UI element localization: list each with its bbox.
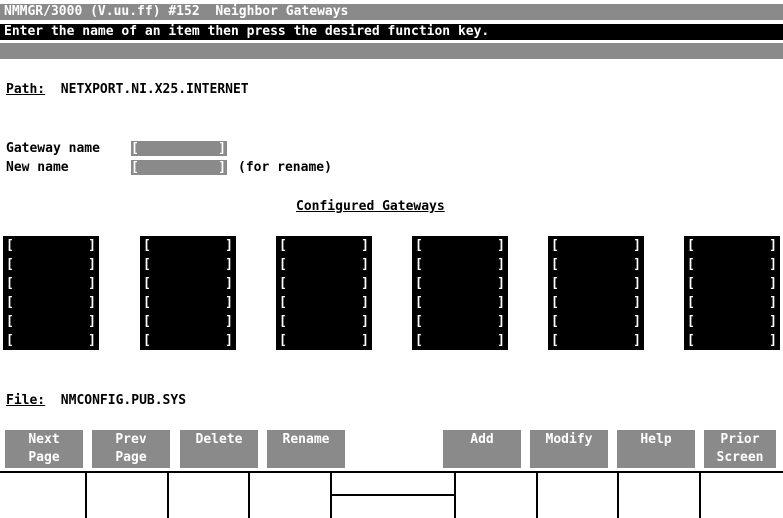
softkey-cell [87,473,169,518]
instruction-line: Enter the name of an item then press the… [0,24,783,40]
gateway-entry-field[interactable]: [] [140,274,236,293]
path-label: Path: [6,82,46,97]
gateway-column: [][][][][][] [276,236,372,350]
configured-gateways-title: Configured Gateways [296,199,445,214]
gateway-name-field[interactable]: [] [131,141,227,156]
gateway-column: [][][][][][] [140,236,236,350]
file-label: File: [6,393,46,408]
path-value: NETXPORT.NI.X25.INTERNET [60,82,249,97]
gateway-entry-field[interactable]: [] [276,293,372,312]
gateway-entry-field[interactable]: [] [412,274,508,293]
rename-hint: (for rename) [238,160,332,175]
gateway-entry-field[interactable]: [] [548,236,644,255]
file-value: NMCONFIG.PUB.SYS [60,393,187,408]
rename-key[interactable]: Rename [267,430,345,468]
softkey-cell [456,473,538,518]
modify-key[interactable]: Modify [530,430,608,468]
softkey-cell [250,473,332,518]
gateway-entry-field[interactable]: [] [3,236,99,255]
gateway-entry-field[interactable]: [] [276,236,372,255]
gateway-entry-field[interactable]: [] [548,293,644,312]
softkey-cell [169,473,250,518]
gateway-entry-field[interactable]: [] [684,331,780,350]
command-line[interactable]: Command: [0,43,783,74]
gateway-column: [][][][][][] [548,236,644,350]
gateway-name-label: Gateway name [6,141,100,156]
gateway-entry-field[interactable]: [] [412,255,508,274]
gateway-entry-field[interactable]: [] [3,331,99,350]
next-page-key[interactable]: Next Page [5,430,83,468]
new-name-row: New name [6,160,69,175]
gateway-entry-field[interactable]: [] [140,331,236,350]
gateway-entry-field[interactable]: [] [276,312,372,331]
softkey-frame [0,471,783,518]
softkey-cell [701,473,783,518]
gateway-entry-field[interactable]: [] [548,312,644,331]
gateway-entry-field[interactable]: [] [684,312,780,331]
gateway-column: [][][][][][] [3,236,99,350]
gateway-entry-field[interactable]: [] [412,293,508,312]
gateway-entry-field[interactable]: [] [548,255,644,274]
softkey-cell [619,473,701,518]
path-row: Path: NETXPORT.NI.X25.INTERNET [6,82,249,97]
screen-title: NMMGR/3000 (V.uu.ff) #152 Neighbor Gatew… [0,4,783,20]
prev-page-key[interactable]: Prev Page [92,430,170,468]
new-name-field[interactable]: [] [131,160,227,175]
gateway-entry-field[interactable]: [] [276,274,372,293]
gateway-entry-field[interactable]: [] [3,255,99,274]
softkey-cell [0,473,87,518]
new-name-label: New name [6,160,69,175]
gateway-entry-field[interactable]: [] [412,331,508,350]
gateway-entry-field[interactable]: [] [684,255,780,274]
gateway-name-row: Gateway name [6,141,100,156]
add-key[interactable]: Add [443,430,521,468]
softkey-cell [332,473,456,518]
file-row: File: NMCONFIG.PUB.SYS [6,393,186,408]
gateway-entry-field[interactable]: [] [140,255,236,274]
softkey-cell [538,473,619,518]
gateway-entry-field[interactable]: [] [684,293,780,312]
delete-key[interactable]: Delete [180,430,258,468]
prior-screen-key[interactable]: Prior Screen [704,430,776,468]
gateway-entry-field[interactable]: [] [3,274,99,293]
gateway-entry-field[interactable]: [] [412,312,508,331]
gateway-entry-field[interactable]: [] [140,236,236,255]
gateway-entry-field[interactable]: [] [276,255,372,274]
gateway-entry-field[interactable]: [] [3,293,99,312]
gateway-entry-field[interactable]: [] [140,293,236,312]
help-key[interactable]: Help [617,430,695,468]
gateway-entry-field[interactable]: [] [548,274,644,293]
gateway-entry-field[interactable]: [] [3,312,99,331]
command-label: Command: [19,59,83,74]
gateway-column: [][][][][][] [684,236,780,350]
gateway-entry-field[interactable]: [] [548,331,644,350]
gateway-entry-field[interactable]: [] [276,331,372,350]
gateway-entry-field[interactable]: [] [684,274,780,293]
gateway-entry-field[interactable]: [] [140,312,236,331]
gateway-entry-field[interactable]: [] [412,236,508,255]
gateway-entry-field[interactable]: [] [684,236,780,255]
gateway-column: [][][][][][] [412,236,508,350]
